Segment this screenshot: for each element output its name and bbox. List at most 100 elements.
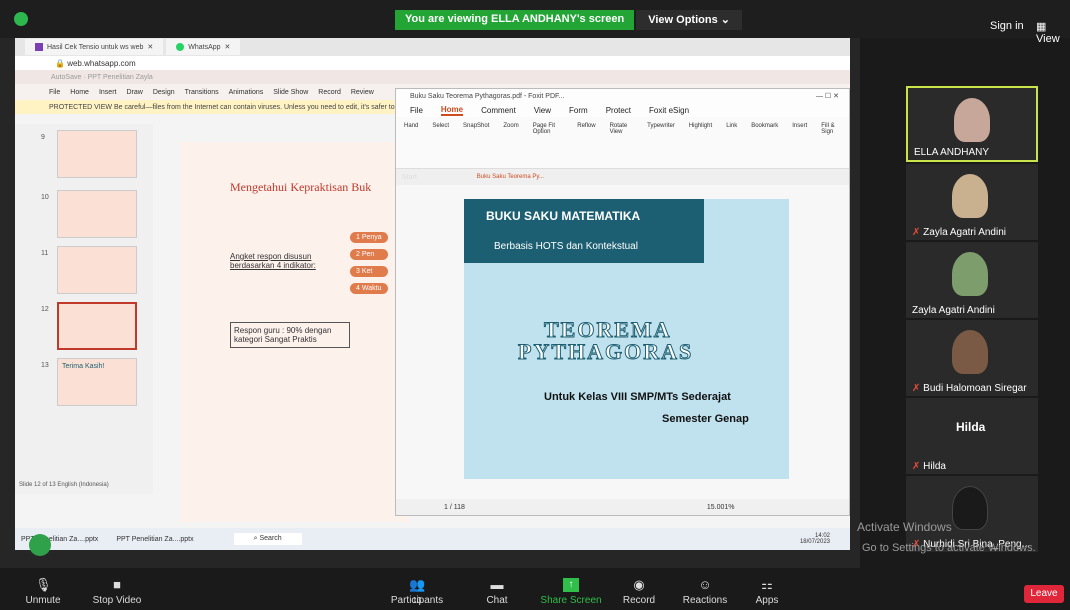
participant-name-text: Budi Halomoan Siregar — [923, 383, 1027, 394]
indicator-label: Ket — [361, 268, 373, 275]
unmute-label: Unmute — [25, 595, 61, 606]
ppt-menu-item[interactable]: Slide Show — [273, 89, 308, 96]
window-controls[interactable]: — ☐ ✕ — [816, 92, 849, 100]
stop-video-label: Stop Video — [92, 595, 142, 606]
ppt-menu-item[interactable]: Insert — [99, 89, 117, 96]
reactions-button[interactable]: ☺ Reactions — [670, 572, 740, 610]
slide-canvas[interactable]: Mengetahui Kepraktisan Buk Angket respon… — [180, 142, 410, 522]
slide-thumbnail[interactable] — [57, 190, 137, 238]
slide-thumbnail[interactable] — [57, 130, 137, 178]
participant-name: ELLA ANDHANY — [914, 147, 990, 158]
participant-tile[interactable]: ✗ Nurhidi Sri Bina_Peng... — [906, 476, 1038, 552]
foxit-tab[interactable]: Comment — [481, 106, 516, 115]
tab-label: Hasil Cek Tensio untuk ws web — [47, 43, 144, 51]
muted-mic-icon: ✗ — [912, 461, 921, 472]
ribbon-button[interactable]: Select — [432, 123, 449, 162]
foxit-tab[interactable]: Form — [569, 106, 588, 115]
browser-tab[interactable]: WhatsApp ✕ — [166, 39, 241, 55]
foxit-tabs: File Home Comment View Form Protect Foxi… — [396, 103, 849, 117]
participant-tile[interactable]: Zayla Agatri Andini — [906, 242, 1038, 318]
ppt-menu-item[interactable]: Home — [70, 89, 89, 96]
ppt-menu-item[interactable]: Draw — [126, 89, 142, 96]
foxit-tab[interactable]: Protect — [606, 106, 631, 115]
sign-in-button[interactable]: Sign in — [990, 20, 1024, 32]
foxit-doc-bar: Start Buku Saku Teorema Py... — [396, 169, 849, 185]
ppt-menu-item[interactable]: Design — [153, 89, 175, 96]
foxit-tab[interactable]: File — [410, 106, 423, 115]
indicator-label: Penya — [361, 234, 382, 241]
slide-thumbnail[interactable] — [57, 246, 137, 294]
ribbon-button[interactable]: Typewriter — [647, 123, 675, 162]
ribbon-button[interactable]: Fill & Sign — [821, 123, 841, 162]
foxit-window: Buku Saku Teorema Pythagoras.pdf - Foxit… — [395, 88, 850, 516]
ppt-menu-item[interactable]: Transitions — [185, 89, 219, 96]
participants-label: Participants — [390, 595, 444, 606]
reactions-icon: ☺ — [698, 577, 712, 592]
participant-initial: Hilda — [956, 420, 986, 434]
ribbon-button[interactable]: Zoom — [503, 123, 518, 162]
zoom-level[interactable]: 15.001% — [707, 504, 735, 511]
video-feed — [952, 174, 988, 218]
ribbon-button[interactable]: Bookmark — [751, 123, 778, 162]
foxit-tab[interactable]: View — [534, 106, 551, 115]
lock-icon: 🔒 — [55, 58, 68, 68]
start-tab[interactable]: Start — [402, 174, 417, 181]
participant-tile[interactable]: ✗ Zayla Agatri Andini — [906, 164, 1038, 240]
doc-tab[interactable]: Buku Saku Teorema Py... — [477, 174, 544, 180]
pdf-kelas: Untuk Kelas VIII SMP/MTs Sederajat — [544, 391, 731, 403]
chat-button[interactable]: ▬ Chat — [462, 572, 532, 610]
slide-thumbnail[interactable]: Terima Kasih! — [57, 358, 137, 406]
ppt-menu-item[interactable]: File — [49, 89, 60, 96]
chat-icon: ▬ — [490, 577, 504, 592]
thumb-number: 13 — [41, 362, 49, 369]
view-button[interactable]: ▦ View — [1036, 20, 1070, 45]
share-screen-button[interactable]: ↑ Share Screen — [536, 572, 606, 610]
address-bar[interactable]: 🔒 web.whatsapp.com — [15, 56, 850, 70]
ribbon-button[interactable]: Link — [726, 123, 737, 162]
ribbon-button[interactable]: Rotate View — [610, 123, 634, 162]
participant-name: ✗ Zayla Agatri Andini — [912, 227, 1006, 238]
zoom-toolbar: 🎙 Unmute ■ Stop Video 👥13 Participants ▬ Cha… — [0, 572, 1070, 610]
stop-video-button[interactable]: ■ Stop Video — [82, 572, 152, 610]
chat-label: Chat — [486, 595, 508, 606]
taskbar-search-label: Search — [259, 535, 282, 542]
foxit-statusbar: 1 / 118 15.001% — [396, 499, 849, 515]
apps-button[interactable]: ⚏ Apps — [732, 572, 802, 610]
taskbar-item[interactable]: PPT Penelitian Za....pptx — [116, 536, 193, 543]
taskbar-clock[interactable]: 14:02 18/07/2023 — [800, 533, 830, 545]
ppt-menu-item[interactable]: Review — [351, 89, 374, 96]
leave-button[interactable]: Leave — [1024, 585, 1064, 603]
pen-icon[interactable] — [29, 534, 51, 556]
reactions-label: Reactions — [682, 595, 728, 606]
ribbon-button[interactable]: Highlight — [689, 123, 712, 162]
security-shield-icon[interactable] — [14, 12, 28, 26]
share-icon: ↑ — [563, 578, 579, 592]
pdf-page[interactable]: BUKU SAKU MATEMATIKA Berbasis HOTS dan K… — [464, 199, 789, 479]
participant-tile[interactable]: ✗ Budi Halomoan Siregar — [906, 320, 1038, 396]
apps-icon: ⚏ — [761, 577, 773, 592]
ribbon-button[interactable]: Reflow — [577, 123, 595, 162]
taskbar-search[interactable]: ⌕ Search — [233, 533, 302, 545]
unmute-button[interactable]: 🎙 Unmute — [8, 572, 78, 610]
record-button[interactable]: ◉ Record — [604, 572, 674, 610]
ribbon-button[interactable]: Page Fit Option — [533, 123, 564, 162]
ppt-menu-item[interactable]: Animations — [229, 89, 264, 96]
foxit-tab[interactable]: Foxit eSign — [649, 106, 689, 115]
ribbon-button[interactable]: Hand — [404, 123, 418, 162]
browser-tab[interactable]: Hasil Cek Tensio untuk ws web ✕ — [25, 39, 164, 55]
apps-label: Apps — [755, 595, 779, 606]
participants-button[interactable]: 👥13 Participants — [382, 572, 452, 610]
foxit-tab-home[interactable]: Home — [440, 105, 464, 116]
activate-windows-sub: Go to Settings to activate Windows. — [862, 542, 1036, 554]
participant-tile[interactable]: ELLA ANDHANY — [906, 86, 1038, 162]
slide-thumbnail-selected[interactable] — [57, 302, 137, 350]
browser-tabs: Hasil Cek Tensio untuk ws web ✕ WhatsApp… — [15, 38, 850, 56]
page-indicator[interactable]: 1 / 118 — [444, 504, 465, 511]
ribbon-button[interactable]: Insert — [792, 123, 807, 162]
ppt-menu-item[interactable]: Record — [318, 89, 341, 96]
view-label: View — [1036, 33, 1060, 45]
ribbon-button[interactable]: SnapShot — [463, 123, 489, 162]
record-label: Record — [622, 595, 656, 606]
view-options-button[interactable]: View Options ⌄ — [636, 10, 742, 30]
participant-tile[interactable]: Hilda ✗ Hilda — [906, 398, 1038, 474]
